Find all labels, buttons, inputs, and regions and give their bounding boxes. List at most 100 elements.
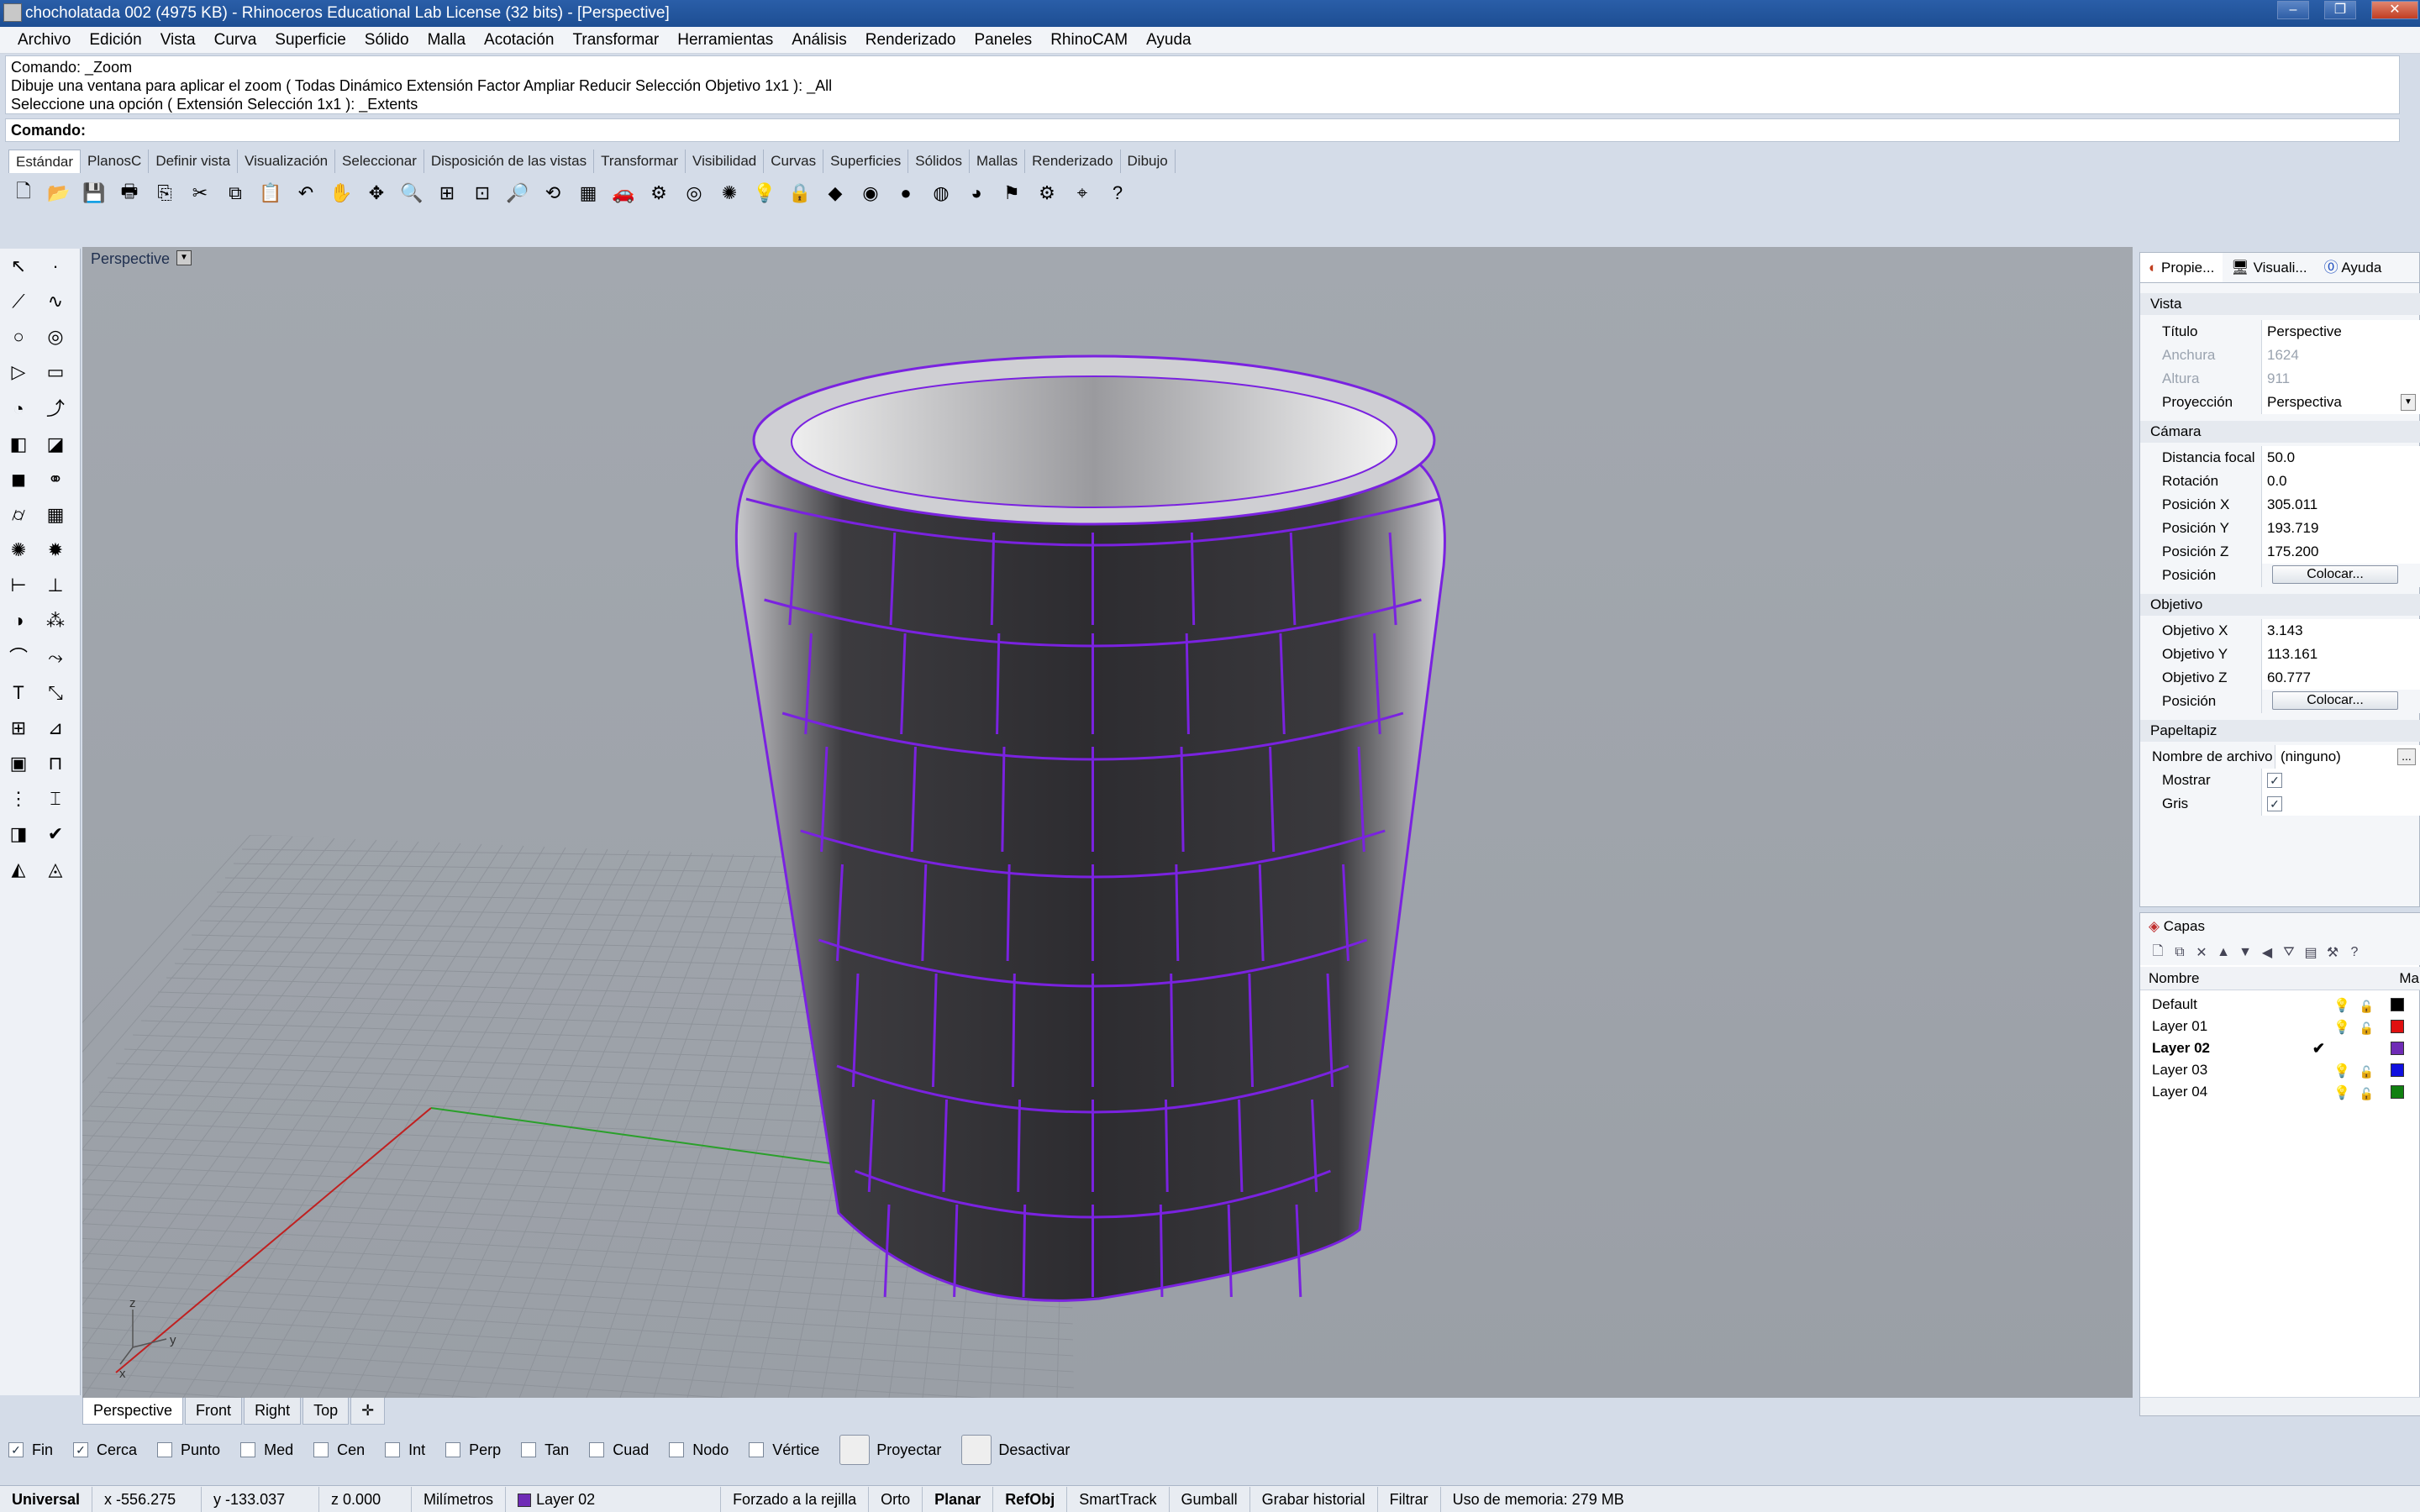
toolbar-tab[interactable]: PlanosC [81, 150, 150, 173]
layer-color-swatch[interactable] [2391, 1042, 2404, 1055]
osnap-checkbox[interactable] [669, 1442, 685, 1457]
smarttrack-toggle[interactable]: SmartTrack [1067, 1486, 1170, 1512]
rhino-app-icon[interactable] [3, 3, 22, 22]
help-icon[interactable]: ? [2344, 942, 2365, 963]
help-icon[interactable]: ? [1102, 178, 1133, 208]
box-icon[interactable]: ◼ [3, 464, 34, 496]
cylinder-icon[interactable]: ⌭ [3, 499, 34, 531]
extend-icon[interactable]: ⊢ [3, 570, 34, 601]
copy-icon[interactable]: ⧉ [220, 178, 250, 208]
toolbar-tab[interactable]: Renderizado [1025, 150, 1121, 173]
new-sublayer-icon[interactable]: ⧉ [2169, 942, 2191, 963]
freeform-icon[interactable]: ⤴ [39, 391, 71, 423]
menu-item[interactable]: Ayuda [1137, 28, 1201, 53]
menu-item[interactable]: Transformar [563, 28, 668, 53]
viewport-layout-icon[interactable]: ▦ [573, 178, 603, 208]
osnap-med[interactable]: Med [240, 1441, 293, 1459]
move-up-icon[interactable]: ▲ [2212, 942, 2234, 963]
perspective-viewport[interactable]: z y x Perspective ▼ [82, 247, 2133, 1398]
layer-row[interactable]: Layer 01 💡 🔓 [2140, 1016, 2420, 1037]
pan-icon[interactable]: ✋ [326, 178, 356, 208]
tools-icon[interactable]: ⚒ [2322, 942, 2344, 963]
car-icon[interactable]: 🚗 [608, 178, 639, 208]
boolean-icon[interactable]: ⚭ [39, 464, 71, 496]
target-place-button[interactable]: Colocar... [2272, 691, 2398, 710]
osnap-checkbox[interactable] [749, 1442, 765, 1457]
material-icon[interactable]: ◆ [820, 178, 850, 208]
maximize-button[interactable]: ❐ [2324, 1, 2356, 19]
sphere-icon[interactable]: ● [891, 178, 921, 208]
history-toggle[interactable]: Grabar historial [1250, 1486, 1378, 1512]
polygon-icon[interactable]: ▷ [3, 356, 34, 388]
osnap-checkbox[interactable]: ✓ [8, 1442, 24, 1457]
color-wheel-icon[interactable]: ◉ [855, 178, 886, 208]
menu-item[interactable]: Renderizado [856, 28, 965, 53]
toolbar-tab[interactable]: Superficies [823, 150, 909, 173]
osnap-checkbox[interactable] [445, 1442, 461, 1457]
viewport-title[interactable]: Perspective [91, 247, 170, 270]
osnap-checkbox[interactable] [157, 1442, 173, 1457]
osnap-cerca[interactable]: ✓ Cerca [73, 1441, 137, 1459]
group-icon[interactable]: ◑ [3, 605, 34, 637]
shell-icon[interactable]: ◨ [3, 818, 34, 850]
settings-icon[interactable]: ⚙ [1032, 178, 1062, 208]
menu-item[interactable]: Malla [418, 28, 475, 53]
menu-item[interactable]: Análisis [782, 28, 855, 53]
menu-item[interactable]: Edición [80, 28, 150, 53]
select-icon[interactable]: ↖ [3, 250, 34, 282]
point-icon[interactable]: · [39, 250, 71, 282]
osnap-disable-button[interactable]: Desactivar [961, 1435, 1070, 1465]
tab-properties[interactable]: ◐ Propie... [2140, 253, 2223, 282]
tab-display[interactable]: 🖥 Visuali... [2223, 253, 2315, 282]
visibility-bulb-icon[interactable]: 💡 [2333, 995, 2350, 1017]
column-material[interactable]: Ma [2399, 967, 2419, 990]
layer-row[interactable]: Layer 04 💡 🔓 [2140, 1081, 2420, 1103]
layer-states-icon[interactable]: ▤ [2300, 942, 2322, 963]
rectangle-icon[interactable]: ▭ [39, 356, 71, 388]
osnap-tan[interactable]: Tan [521, 1441, 569, 1459]
mesh-icon[interactable]: ▦ [39, 499, 71, 531]
osnap-fin[interactable]: ✓ Fin [8, 1441, 53, 1459]
toolbar-tab[interactable]: Seleccionar [335, 150, 424, 173]
osnap-toggle[interactable]: RefObj [993, 1486, 1068, 1512]
zoom-extents-icon[interactable]: ⊡ [467, 178, 497, 208]
minimize-button[interactable]: – [2277, 1, 2309, 19]
ellipse-icon[interactable]: ◎ [39, 321, 71, 353]
lock-icon[interactable]: 🔒 [785, 178, 815, 208]
layer-color-swatch[interactable] [2391, 1085, 2404, 1099]
toolbar-tab[interactable]: Transformar [594, 150, 687, 173]
viewport-menu-arrow-icon[interactable]: ▼ [176, 250, 192, 265]
lock-icon[interactable]: 🔓 [2360, 1017, 2374, 1039]
menu-item[interactable]: Sólido [355, 28, 418, 53]
layer-row[interactable]: Layer 03 💡 🔓 [2140, 1059, 2420, 1081]
show-wallpaper-checkbox[interactable]: ✓ [2267, 773, 2282, 788]
osnap-cuad[interactable]: Cuad [589, 1441, 649, 1459]
tab-top[interactable]: Top [302, 1398, 350, 1425]
osnap-punto[interactable]: Punto [157, 1441, 220, 1459]
gray-wallpaper-checkbox[interactable]: ✓ [2267, 796, 2282, 811]
menu-item[interactable]: Vista [151, 28, 205, 53]
tab-help[interactable]: ⓪ Ayuda [2316, 253, 2391, 282]
move-icon[interactable]: ✥ [361, 178, 392, 208]
new-icon[interactable]: 🗋 [8, 178, 39, 208]
osnap-checkbox[interactable]: ✓ [73, 1442, 89, 1457]
surface-icon[interactable]: ◧ [3, 428, 34, 460]
target-z-input[interactable]: 60.777 [2261, 666, 2420, 690]
osnap-cen[interactable]: Cen [313, 1441, 365, 1459]
osnap-checkbox[interactable] [385, 1442, 401, 1457]
new-layer-icon[interactable]: 🗋 [2147, 942, 2169, 963]
filter-icon[interactable]: ⛛ [2278, 942, 2300, 963]
save-icon[interactable]: 💾 [79, 178, 109, 208]
command-input[interactable]: Comando: [5, 118, 2400, 142]
cplane-status[interactable]: Universal [0, 1486, 93, 1512]
toolbar-tab[interactable]: Sólidos [908, 150, 970, 173]
toolbar-tab[interactable]: Curvas [764, 150, 824, 173]
camera-place-button[interactable]: Colocar... [2272, 565, 2398, 584]
mass-icon[interactable]: ◭ [3, 853, 34, 885]
toolbar-tab[interactable]: Definir vista [149, 150, 239, 173]
layer-color-swatch[interactable] [2391, 1063, 2404, 1077]
menu-item[interactable]: Acotación [475, 28, 563, 53]
transform-icon[interactable]: ⌶ [39, 783, 71, 815]
lock-icon[interactable]: 🔓 [2360, 1083, 2374, 1105]
visibility-bulb-icon[interactable]: 💡 [2333, 1083, 2350, 1105]
